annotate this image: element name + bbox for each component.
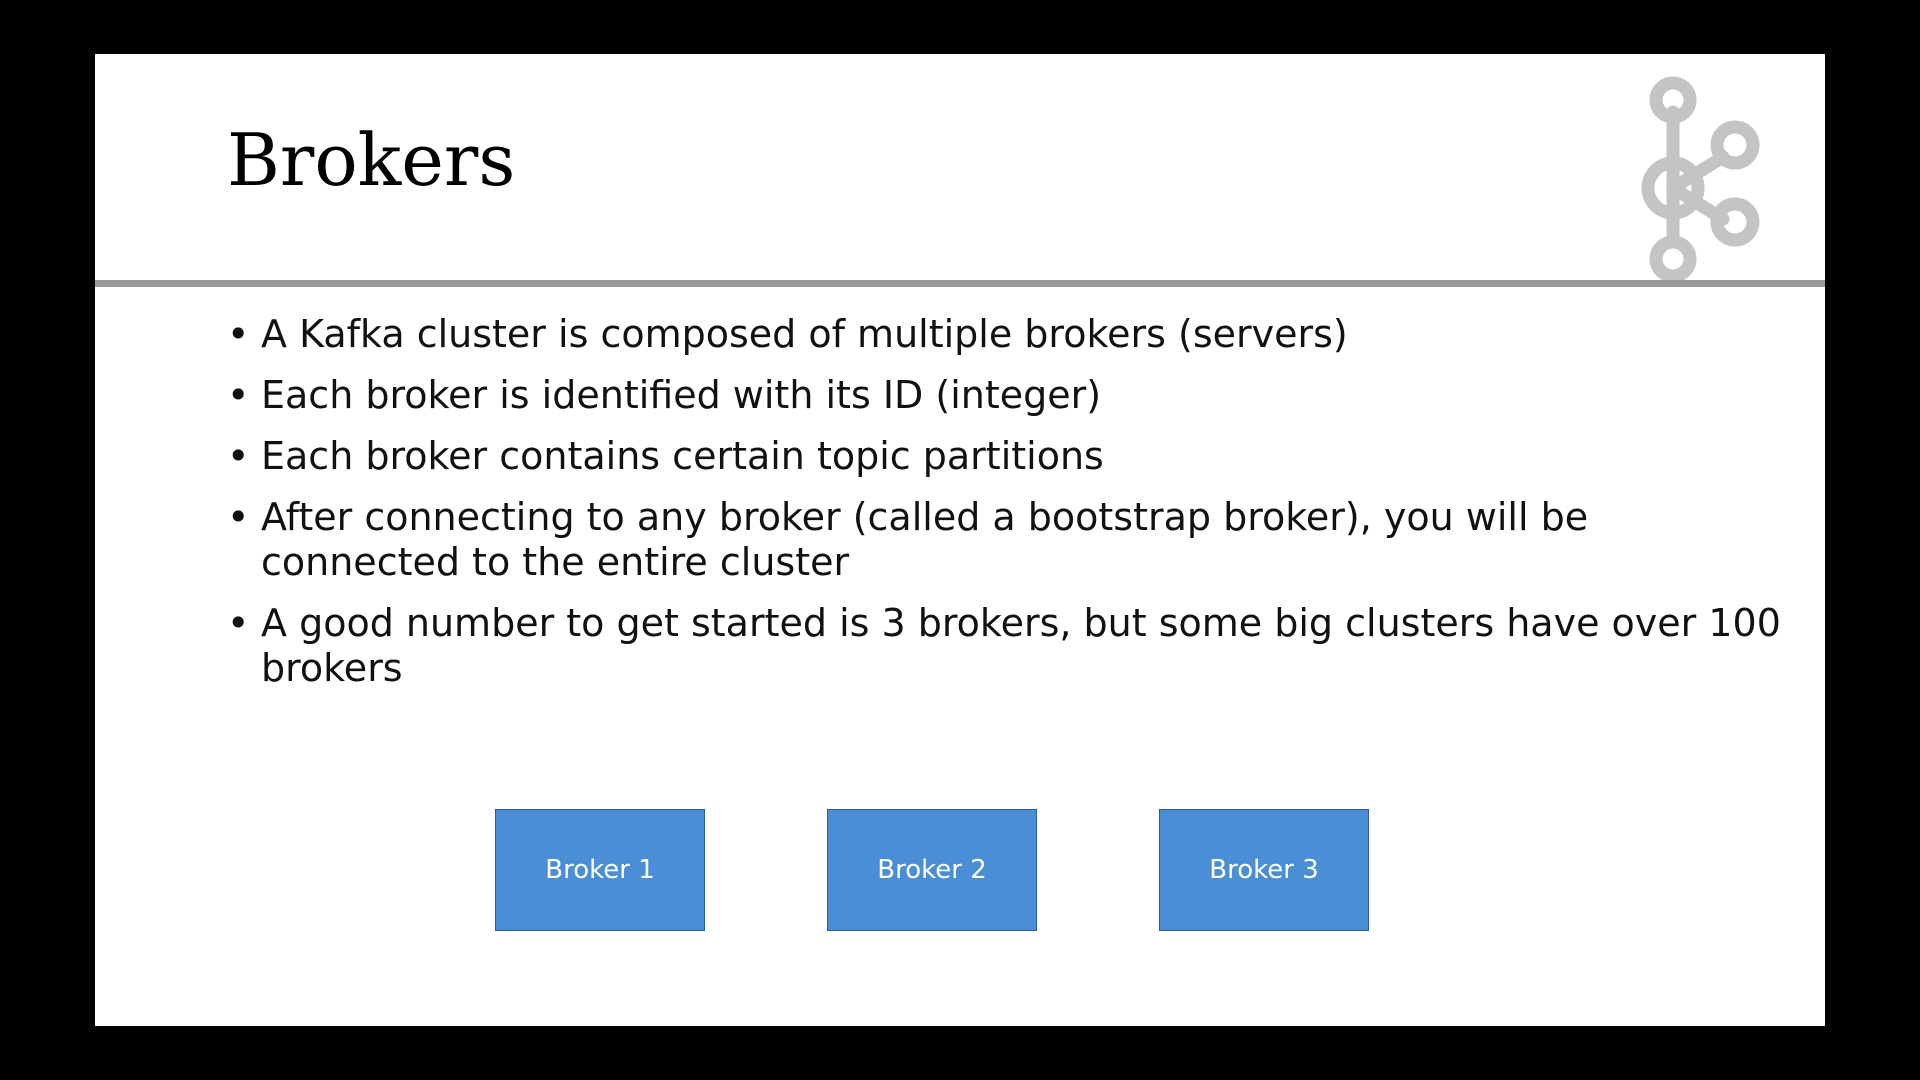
bullet-text: Each broker is identified with its ID (i… [261, 373, 1102, 417]
broker-box-1: Broker 1 [495, 809, 705, 931]
slide: Brokers • A Kafka cluster is composed of… [95, 54, 1825, 1026]
bullet-marker: • [227, 373, 250, 417]
broker-box-2: Broker 2 [827, 809, 1037, 931]
title-divider [95, 280, 1825, 287]
bullet-text: A good number to get started is 3 broker… [261, 601, 1781, 690]
bullet-text: After connecting to any broker (called a… [261, 495, 1589, 584]
bullet-text: Each broker contains certain topic parti… [261, 434, 1104, 478]
bullet-list: • A Kafka cluster is composed of multipl… [227, 312, 1787, 707]
kafka-logo-icon [1641, 76, 1760, 283]
slide-title: Brokers [227, 118, 516, 202]
bullet-item: • Each broker is identified with its ID … [227, 373, 1787, 418]
bullet-item: • A good number to get started is 3 brok… [227, 601, 1787, 691]
bullet-item: • After connecting to any broker (called… [227, 495, 1787, 585]
bullet-item: • A Kafka cluster is composed of multipl… [227, 312, 1787, 357]
bullet-marker: • [227, 601, 250, 645]
broker-label: Broker 1 [545, 855, 655, 885]
broker-box-3: Broker 3 [1159, 809, 1369, 931]
bullet-marker: • [227, 495, 250, 539]
bullet-text: A Kafka cluster is composed of multiple … [261, 312, 1348, 356]
broker-label: Broker 2 [877, 855, 987, 885]
broker-label: Broker 3 [1209, 855, 1319, 885]
bullet-marker: • [227, 312, 250, 356]
bullet-marker: • [227, 434, 250, 478]
bullet-item: • Each broker contains certain topic par… [227, 434, 1787, 479]
